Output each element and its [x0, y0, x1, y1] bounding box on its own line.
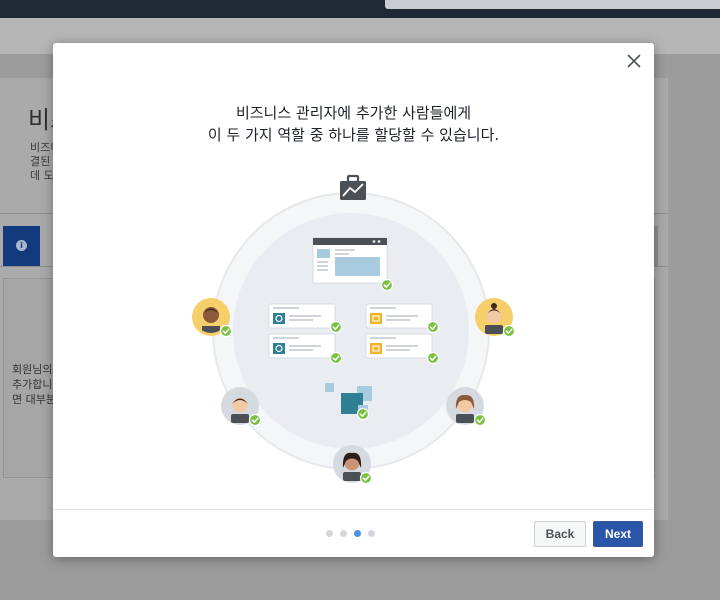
page-dot-2[interactable] [340, 530, 347, 537]
page-dot-3-active[interactable] [354, 530, 361, 537]
person-icon [475, 298, 516, 338]
top-navigation-bar [0, 0, 720, 18]
footer-divider [53, 509, 654, 510]
background-tab-edge [654, 226, 658, 266]
background-info-tab[interactable]: i [3, 226, 40, 266]
teal-card-1 [268, 303, 343, 334]
pagination-dots [326, 530, 375, 538]
page-dot-1[interactable] [326, 530, 333, 537]
roles-illustration [192, 174, 516, 485]
search-bar[interactable] [385, 0, 720, 9]
yellow-card-1 [365, 303, 440, 334]
page-dot-4[interactable] [368, 530, 375, 537]
person-icon [446, 387, 487, 427]
briefcase-icon [340, 174, 366, 200]
browser-window-illustration [312, 237, 394, 292]
back-button[interactable]: Back [534, 521, 586, 547]
business-roles-modal: 비즈니스 관리자에 추가한 사람들에게 이 두 가지 역할 중 하나를 할당할 … [53, 43, 654, 557]
next-button[interactable]: Next [593, 521, 643, 547]
info-icon: i [16, 240, 27, 251]
background-card-text: 회원님의 추가합니 면 대부분 [12, 363, 56, 406]
